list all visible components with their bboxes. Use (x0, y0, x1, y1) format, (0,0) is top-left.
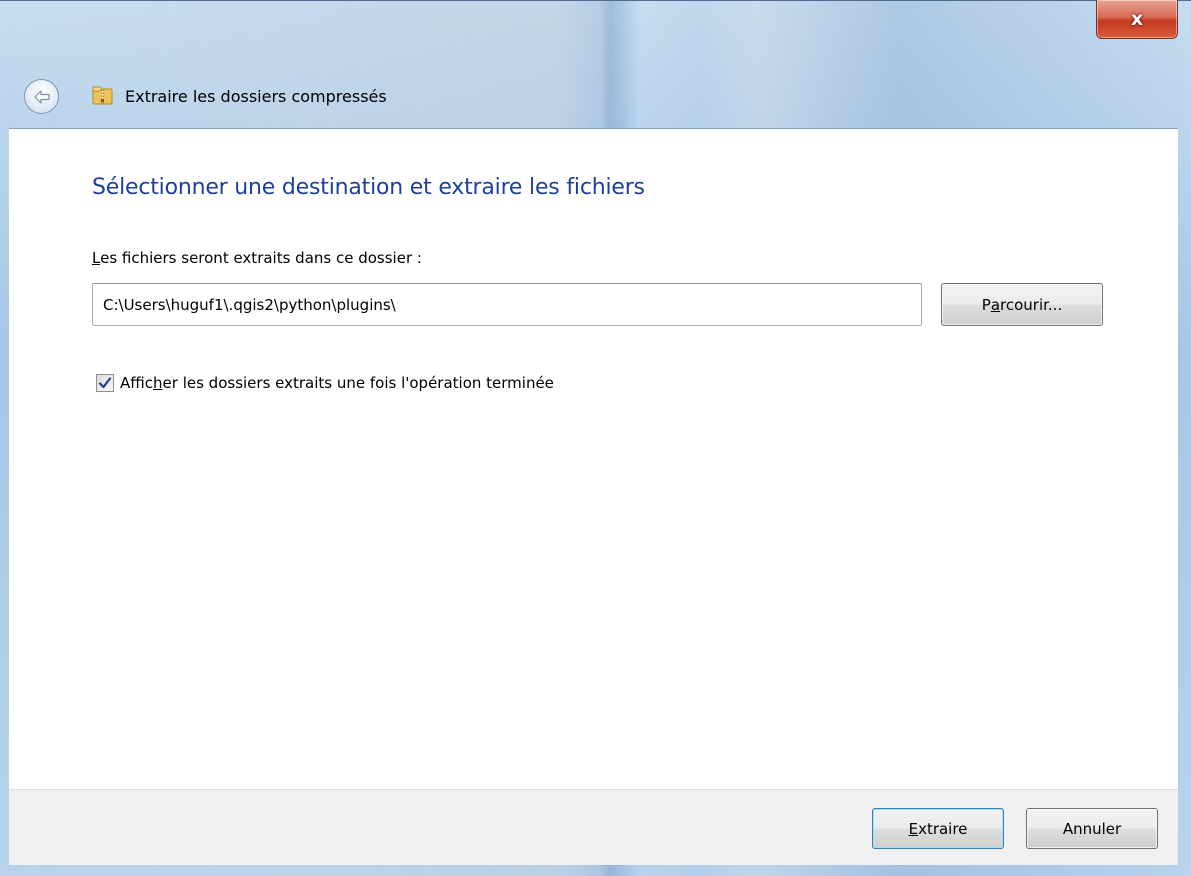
cancel-label: Annuler (1062, 819, 1122, 838)
destination-label-accel: L (92, 249, 101, 267)
window-title: Extraire les dossiers compressés (125, 86, 387, 106)
show-extracted-label: Afficher les dossiers extraits une fois … (120, 374, 554, 392)
checkbox-label-post: er les dossiers extraits une fois l'opér… (162, 374, 554, 392)
nav-title-bar: Extraire les dossiers compressés (92, 83, 387, 109)
back-arrow-icon (33, 89, 50, 104)
close-button[interactable]: x (1096, 0, 1178, 39)
extract-label-accel: E (908, 819, 919, 838)
destination-path-input[interactable] (92, 283, 922, 326)
destination-label-text: es fichiers seront extraits dans ce doss… (100, 249, 422, 267)
zip-folder-icon (92, 86, 113, 105)
checkbox-label-pre: Affic (120, 374, 154, 392)
browse-label-accel: a (990, 295, 1001, 314)
browse-button[interactable]: Pa rcourir... (941, 283, 1103, 326)
back-button[interactable] (24, 79, 59, 114)
show-extracted-option[interactable]: Afficher les dossiers extraits une fois … (96, 374, 554, 392)
browse-label-pre: P (981, 295, 991, 314)
cancel-button[interactable]: Annuler (1026, 808, 1158, 849)
checkbox-label-accel: h (153, 374, 163, 392)
destination-label: Les fichiers seront extraits dans ce dos… (92, 249, 422, 267)
extract-label-rest: xtraire (918, 819, 968, 838)
content-pane (9, 128, 1178, 789)
page-title: Sélectionner une destination et extraire… (92, 175, 645, 200)
extract-button[interactable]: Extraire (872, 808, 1004, 849)
show-extracted-checkbox[interactable] (96, 374, 114, 392)
checkmark-icon (98, 377, 112, 389)
close-icon: x (1130, 8, 1144, 30)
browse-label-post: rcourir... (1000, 295, 1063, 314)
